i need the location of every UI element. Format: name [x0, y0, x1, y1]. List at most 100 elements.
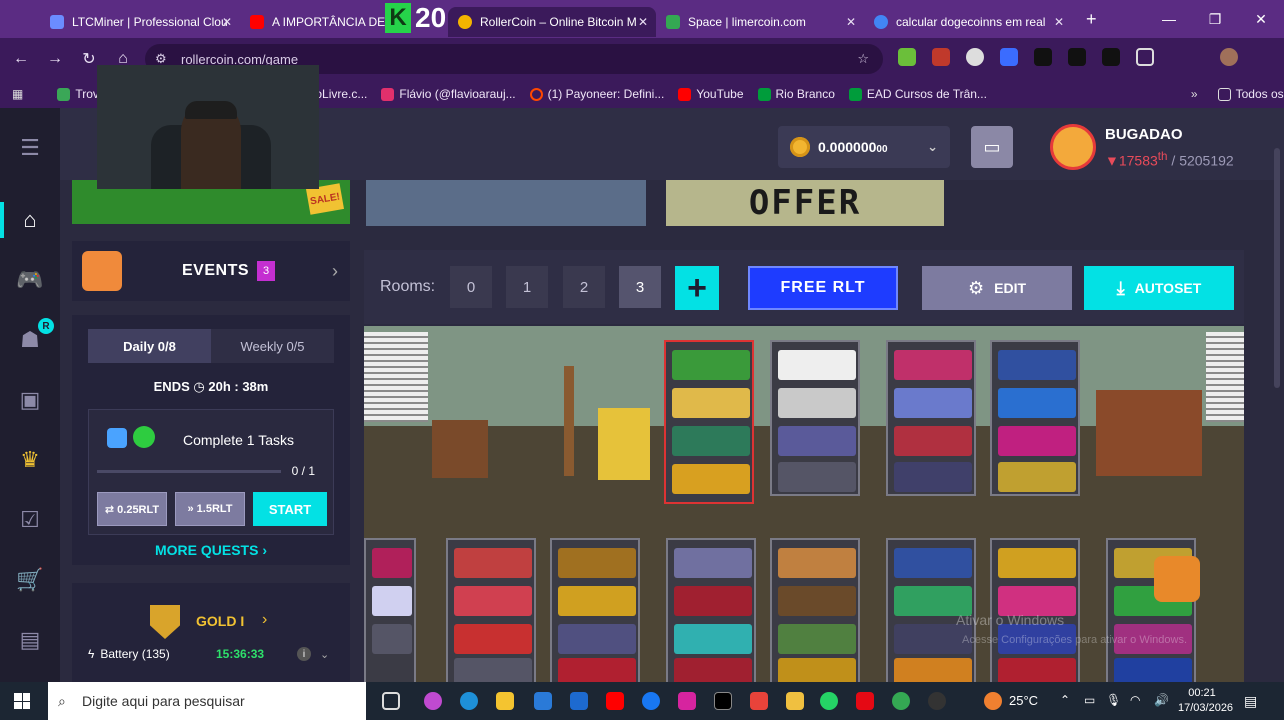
- network-icon[interactable]: ▭: [1084, 693, 1095, 707]
- room-2-button[interactable]: 2: [563, 266, 605, 308]
- info-icon[interactable]: i: [297, 647, 311, 661]
- edge-icon[interactable]: [460, 692, 478, 710]
- close-tab-icon[interactable]: ✕: [1054, 15, 1064, 29]
- outlook-icon[interactable]: [570, 692, 588, 710]
- avatar[interactable]: [1050, 124, 1096, 170]
- more-quests-link[interactable]: MORE QUESTS ›: [72, 542, 350, 558]
- miner-rack[interactable]: [666, 538, 756, 682]
- extension-icon[interactable]: [1000, 48, 1018, 66]
- close-window-icon[interactable]: ✕: [1238, 11, 1284, 28]
- browser-tab[interactable]: calcular dogecoinns em real ✕: [864, 7, 1072, 37]
- facebook-icon[interactable]: [642, 692, 660, 710]
- profile-avatar[interactable]: [1220, 48, 1238, 66]
- add-room-button[interactable]: +: [675, 266, 719, 310]
- microphone-icon[interactable]: 🎙: [1106, 693, 1121, 707]
- balance-selector[interactable]: 0.000000 00 ⌄: [778, 126, 950, 168]
- all-favorites-folder[interactable]: Todos os favoritos: [1217, 87, 1284, 101]
- reward-rlt-button[interactable]: » 1.5RLT: [175, 492, 245, 526]
- bookmark-item[interactable]: Rio Branco: [757, 87, 835, 101]
- chevron-right-icon[interactable]: ›: [262, 611, 267, 629]
- autoset-button[interactable]: ⤓ AUTOSET: [1084, 266, 1234, 310]
- notification-icon[interactable]: ▤: [1244, 693, 1257, 710]
- back-arrow-icon[interactable]: ←: [4, 50, 38, 68]
- tab-daily[interactable]: Daily 0/8: [88, 329, 211, 363]
- promo-banner-pixel[interactable]: [366, 180, 646, 226]
- minimize-icon[interactable]: —: [1146, 11, 1192, 27]
- mining-room-scene[interactable]: [364, 326, 1244, 682]
- gamepad-icon[interactable]: 🎮: [16, 266, 44, 294]
- miner-rack[interactable]: [770, 340, 860, 496]
- browser-tab[interactable]: Space | limercoin.com ✕: [656, 7, 864, 37]
- miner-rack[interactable]: [990, 538, 1080, 682]
- close-tab-icon[interactable]: ✕: [638, 15, 648, 29]
- forward-arrow-icon[interactable]: →: [38, 50, 72, 68]
- bookmark-star-icon[interactable]: ☆: [857, 51, 869, 67]
- bookmark-item[interactable]: Flávio (@flavioarauj...: [381, 87, 516, 101]
- miner-rack[interactable]: [886, 538, 976, 682]
- chevron-up-icon[interactable]: ⌃: [1060, 693, 1070, 707]
- room-0-button[interactable]: 0: [450, 266, 492, 308]
- volume-icon[interactable]: 🔊: [1154, 693, 1169, 707]
- task-view-icon[interactable]: [382, 692, 400, 710]
- media-control-icon[interactable]: [1186, 48, 1204, 66]
- app-icon[interactable]: [928, 692, 946, 710]
- apps-grid-icon[interactable]: ▦: [12, 87, 23, 101]
- extension-icon[interactable]: [966, 48, 984, 66]
- bookmark-item[interactable]: (1) Payoneer: Defini...: [529, 87, 664, 101]
- close-tab-icon[interactable]: ✕: [846, 15, 856, 29]
- extension-icon[interactable]: [1102, 48, 1120, 66]
- extension-icon[interactable]: [932, 48, 950, 66]
- bookmark-item[interactable]: EAD Cursos de Trân...: [848, 87, 987, 101]
- reward-rlt-button[interactable]: ⇄ 0.25RLT: [97, 492, 167, 526]
- app-icon[interactable]: [750, 692, 768, 710]
- crown-icon[interactable]: ♛: [16, 446, 44, 474]
- cart-icon[interactable]: 🛒: [16, 566, 44, 594]
- start-quest-button[interactable]: START: [253, 492, 327, 526]
- extension-icon[interactable]: [1034, 48, 1052, 66]
- youtube-icon[interactable]: [606, 692, 624, 710]
- extensions-puzzle-icon[interactable]: [1136, 48, 1154, 66]
- hamster-helper-icon[interactable]: [1154, 556, 1200, 602]
- more-bookmarks-icon[interactable]: »: [1191, 87, 1198, 101]
- menu-collapse-icon[interactable]: ☰: [16, 134, 44, 162]
- whatsapp-icon[interactable]: [820, 692, 838, 710]
- netflix-icon[interactable]: [856, 692, 874, 710]
- edit-room-button[interactable]: ⚙ EDIT: [922, 266, 1072, 310]
- room-3-button[interactable]: 3: [619, 266, 661, 308]
- miner-rack[interactable]: [886, 340, 976, 496]
- temperature[interactable]: 25°C: [1009, 693, 1038, 708]
- miner-rack[interactable]: [770, 538, 860, 682]
- miner-rack[interactable]: [664, 340, 754, 504]
- windows-start-icon[interactable]: [14, 693, 30, 709]
- free-rlt-button[interactable]: FREE RLT: [748, 266, 898, 310]
- page-scrollbar[interactable]: [1274, 148, 1280, 388]
- home-icon[interactable]: ⌂: [16, 206, 44, 234]
- wifi-icon[interactable]: ◠: [1130, 693, 1140, 707]
- marketplace-icon[interactable]: ▣: [16, 386, 44, 414]
- app-icon[interactable]: [786, 692, 804, 710]
- restore-icon[interactable]: ❐: [1192, 11, 1238, 28]
- league-name[interactable]: GOLD I: [196, 613, 244, 629]
- taskbar-search[interactable]: ⌕ Digite aqui para pesquisar: [48, 682, 366, 720]
- miner-rack[interactable]: [364, 538, 416, 682]
- store-icon[interactable]: ▤: [16, 626, 44, 654]
- browser-tab-active[interactable]: RollerCoin – Online Bitcoin M ✕: [448, 7, 656, 37]
- bookmark-item[interactable]: Trov: [57, 87, 99, 101]
- new-tab-button[interactable]: +: [1086, 9, 1097, 30]
- browser-tab[interactable]: LTCMiner | Professional Clou ✕: [40, 7, 240, 37]
- wallet-button[interactable]: ▭: [971, 126, 1013, 168]
- x-twitter-icon[interactable]: [714, 692, 732, 710]
- tab-weekly[interactable]: Weekly 0/5: [211, 329, 334, 363]
- extension-icon[interactable]: [1068, 48, 1086, 66]
- miner-rack[interactable]: [446, 538, 536, 682]
- chevron-down-icon[interactable]: ⌄: [320, 648, 329, 661]
- events-panel[interactable]: EVENTS 3 ›: [72, 241, 350, 301]
- miner-rack[interactable]: [990, 340, 1080, 496]
- tasks-check-icon[interactable]: ☑: [16, 506, 44, 534]
- store-icon[interactable]: [534, 692, 552, 710]
- copilot-icon[interactable]: [424, 692, 442, 710]
- extension-icon[interactable]: [898, 48, 916, 66]
- miner-rack[interactable]: [550, 538, 640, 682]
- room-1-button[interactable]: 1: [506, 266, 548, 308]
- close-tab-icon[interactable]: ✕: [222, 15, 232, 29]
